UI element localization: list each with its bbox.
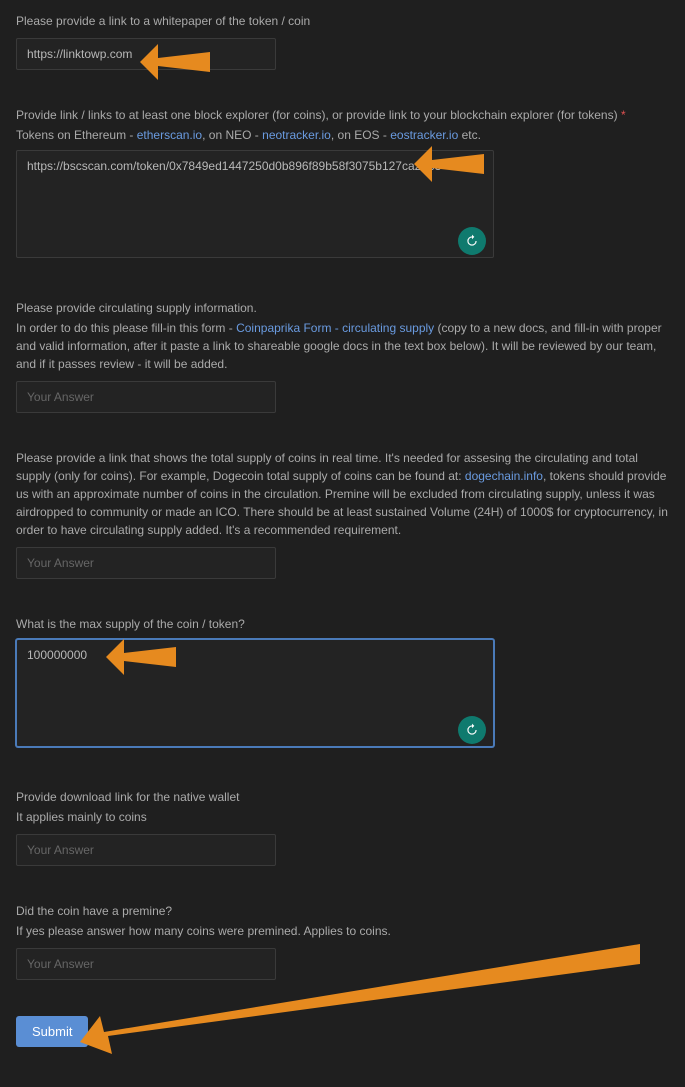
dogechain-link[interactable]: dogechain.info (465, 469, 543, 483)
wallet-label: Provide download link for the native wal… (16, 788, 669, 806)
whitepaper-field: Please provide a link to a whitepaper of… (16, 12, 669, 70)
premine-sub-label: If yes please answer how many coins were… (16, 922, 669, 940)
grammarly-icon (458, 227, 486, 255)
wallet-input[interactable] (16, 834, 276, 866)
totalsupply-input[interactable] (16, 547, 276, 579)
circulating-input[interactable] (16, 381, 276, 413)
explorer-textarea[interactable] (16, 150, 494, 258)
premine-field: Did the coin have a premine? If yes plea… (16, 902, 669, 980)
grammarly-icon (458, 716, 486, 744)
circulating-field: Please provide circulating supply inform… (16, 299, 669, 413)
circulating-sub-label: In order to do this please fill-in this … (16, 319, 669, 373)
maxsupply-textarea[interactable] (16, 639, 494, 747)
whitepaper-label: Please provide a link to a whitepaper of… (16, 12, 669, 30)
eostracker-link[interactable]: eostracker.io (390, 128, 458, 142)
wallet-sub-label: It applies mainly to coins (16, 808, 669, 826)
explorer-sub-label: Tokens on Ethereum - etherscan.io, on NE… (16, 126, 669, 144)
premine-input[interactable] (16, 948, 276, 980)
whitepaper-input[interactable] (16, 38, 276, 70)
premine-label: Did the coin have a premine? (16, 902, 669, 920)
submit-button[interactable]: Submit (16, 1016, 88, 1047)
required-star: * (621, 108, 626, 122)
explorer-field: Provide link / links to at least one blo… (16, 106, 669, 263)
totalsupply-field: Please provide a link that shows the tot… (16, 449, 669, 579)
circulating-label: Please provide circulating supply inform… (16, 299, 669, 317)
neotracker-link[interactable]: neotracker.io (262, 128, 331, 142)
maxsupply-field: What is the max supply of the coin / tok… (16, 615, 669, 752)
explorer-label: Provide link / links to at least one blo… (16, 106, 669, 124)
totalsupply-label: Please provide a link that shows the tot… (16, 449, 669, 539)
maxsupply-label: What is the max supply of the coin / tok… (16, 615, 669, 633)
wallet-field: Provide download link for the native wal… (16, 788, 669, 866)
submit-row: Submit (16, 1016, 669, 1047)
etherscan-link[interactable]: etherscan.io (137, 128, 202, 142)
coinpaprika-form-link[interactable]: Coinpaprika Form - circulating supply (236, 321, 434, 335)
